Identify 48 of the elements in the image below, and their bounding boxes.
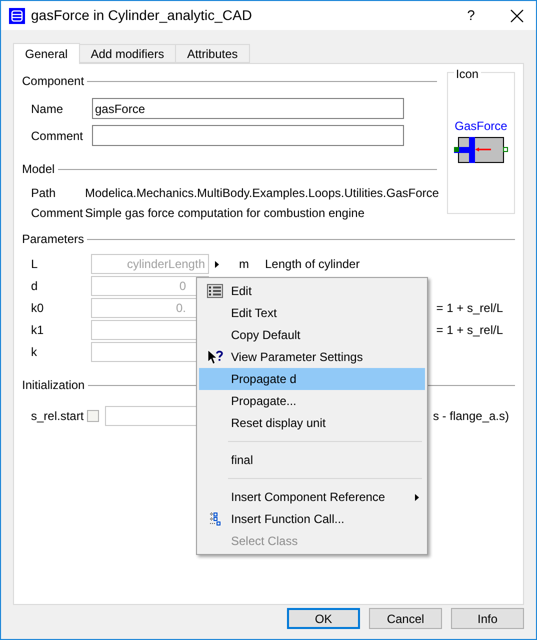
parameter-description: Length of cylinder <box>265 256 360 273</box>
dialog-button[interactable]: OK <box>287 608 360 629</box>
field-label: Name <box>31 100 64 118</box>
parameter-name: L <box>31 256 39 273</box>
menu-item[interactable]: Copy Default <box>199 324 425 346</box>
tab[interactable]: Attributes <box>175 44 250 63</box>
close-icon[interactable] <box>510 8 524 22</box>
group-title: Initialization <box>22 377 85 394</box>
input-field[interactable]: gasForce <box>92 98 404 119</box>
function-icon <box>208 512 222 526</box>
parameter-description: = 1 + s_rel/L <box>436 322 503 339</box>
menu-item[interactable]: Propagate d <box>199 368 425 390</box>
checkbox[interactable] <box>87 410 99 422</box>
group-title: Component <box>22 73 84 90</box>
gas-force-icon <box>454 137 508 163</box>
dialog-button[interactable]: Cancel <box>369 608 442 629</box>
field-label: Comment <box>31 205 84 222</box>
parameter-description: = 1 + s_rel/L <box>436 300 503 317</box>
input-field[interactable] <box>92 125 404 146</box>
menu-item[interactable]: Reset display unit <box>199 412 425 434</box>
parameter-name: d <box>31 278 39 295</box>
list-icon <box>207 284 223 298</box>
menu-item[interactable]: Propagate... <box>199 390 425 412</box>
component-name: GasForce <box>454 118 508 135</box>
group-title: Model <box>22 161 55 178</box>
field-label: Path <box>31 185 57 202</box>
menu-item[interactable]: Insert Function Call... <box>199 508 425 530</box>
field-value: Simple gas force computation for combustion engine <box>85 205 364 222</box>
parameter-name: k <box>31 344 38 361</box>
app-icon <box>9 8 25 24</box>
unit-label: m <box>238 256 250 273</box>
tab[interactable]: General <box>13 43 80 64</box>
parameter-description: s - flange_a.s) <box>432 408 509 425</box>
parameter-name: k1 <box>31 322 45 339</box>
field-value: Modelica.Mechanics.MultiBody.Examples.Loops.Utilities.GasForce <box>85 185 439 202</box>
parameter-name: s_rel.start <box>31 408 85 425</box>
group-title: Parameters <box>22 231 84 248</box>
help-button[interactable]: ? <box>456 5 486 26</box>
menu-item[interactable]: final <box>199 449 425 471</box>
menu-item[interactable]: Insert Component Reference <box>199 486 425 508</box>
window-title: gasForce in Cylinder_analytic_CAD <box>31 6 252 25</box>
parameter-name: k0 <box>31 300 45 317</box>
dialog-button[interactable]: Info <box>451 608 524 629</box>
tab[interactable]: Add modifiers <box>78 44 176 63</box>
field-label: Comment <box>31 128 84 144</box>
help-cursor-icon <box>207 349 223 365</box>
menu-arrow-icon[interactable] <box>215 260 219 268</box>
menu-item[interactable]: View Parameter Settings <box>199 346 425 368</box>
